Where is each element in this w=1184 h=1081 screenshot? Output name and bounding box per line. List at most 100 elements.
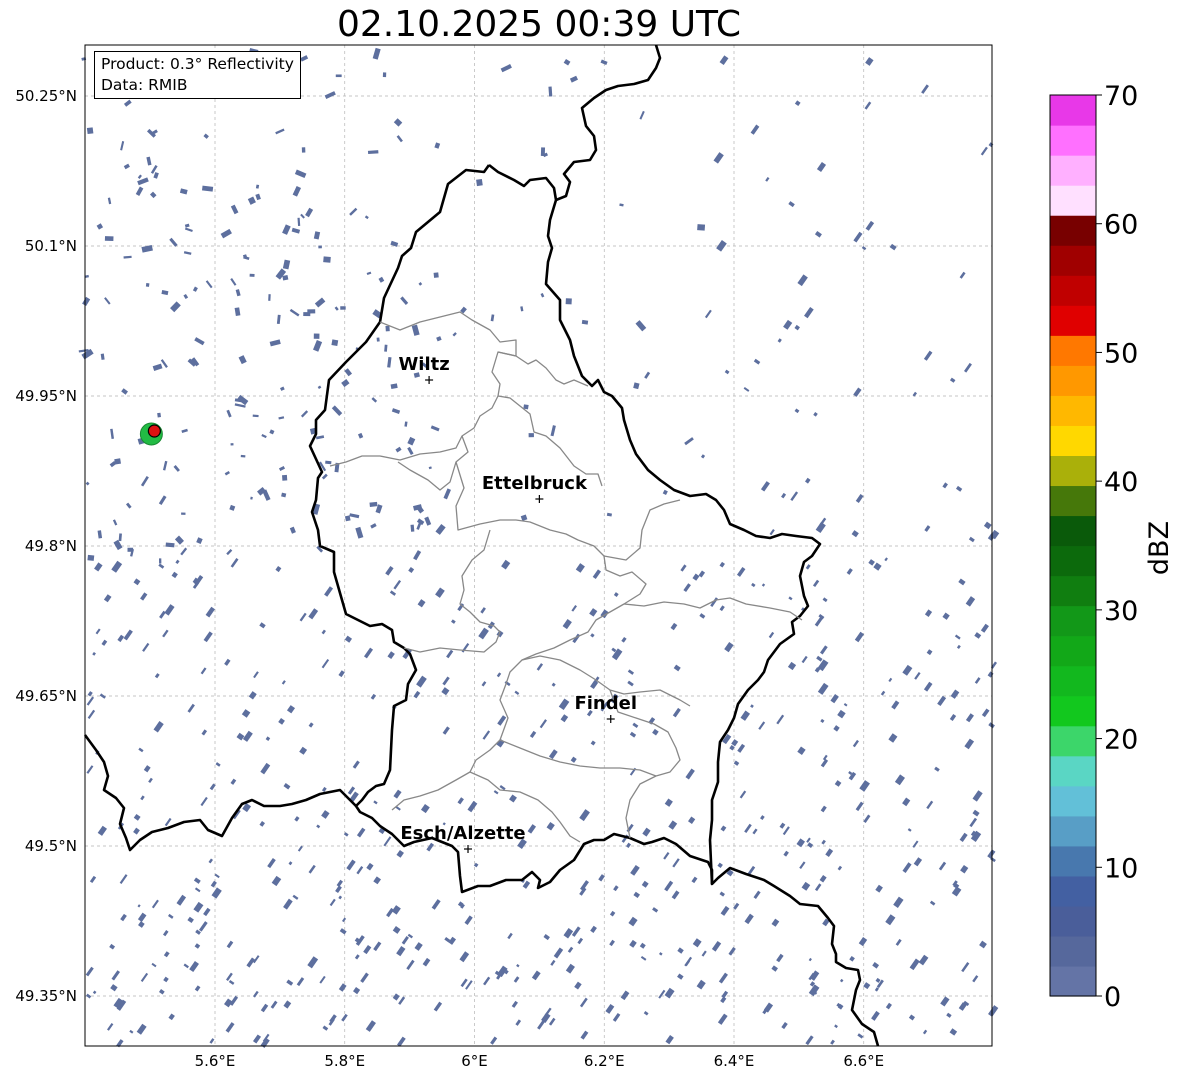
echo-pixel (165, 542, 175, 548)
colorbar-segment (1050, 605, 1096, 637)
colorbar-segment (1050, 485, 1096, 517)
colorbar-segment (1050, 215, 1096, 246)
lon-tick-label: 5.6°E (195, 1052, 236, 1070)
colorbar-tick-label: 60 (1104, 210, 1138, 241)
colorbar-segment (1050, 395, 1096, 426)
colorbar-segment (1050, 545, 1096, 577)
colorbar-segment (1050, 155, 1096, 186)
colorbar (1049, 94, 1097, 997)
colorbar-tick-label: 20 (1104, 725, 1138, 756)
colorbar-segment (1050, 935, 1096, 967)
echo-pixel (340, 306, 346, 310)
echo-pixel (476, 178, 483, 187)
echo-pixel (376, 337, 380, 342)
lat-tick-label: 50.25°N (15, 87, 77, 105)
echo-pixel (301, 147, 306, 153)
colorbar-tick-label: 30 (1104, 596, 1138, 627)
city-label: Ettelbruck (482, 473, 588, 494)
colorbar-segment (1050, 965, 1096, 997)
city-label: Wiltz (398, 354, 449, 375)
echo-pixel (410, 524, 415, 532)
echo-pixel (114, 458, 121, 465)
colorbar-ticks: 0 10 20 30 40 50 60 70 (1096, 81, 1138, 1013)
lon-tick-label: 5.8°E (324, 1052, 365, 1070)
echo-pixel (323, 256, 331, 263)
echo-pixel (145, 283, 150, 287)
colorbar-segment (1050, 305, 1096, 336)
echo-pixel (86, 127, 94, 135)
radar-map: 5.6°E 5.8°E 6°E 6.2°E 6.4°E 6.6°E 50.25°N 50.1°… (15, 44, 1175, 1070)
lon-tick-label: 6.4°E (714, 1052, 755, 1070)
lon-tick-label: 6.2°E (584, 1052, 625, 1070)
echo-pixel (240, 454, 246, 458)
echo-pixel (268, 294, 271, 301)
lon-tick-label: 6°E (461, 1052, 488, 1070)
lat-tick-label: 49.65°N (15, 687, 77, 705)
echo-pixel (181, 512, 186, 515)
colorbar-segment (1050, 275, 1096, 306)
echo-pixel (325, 460, 332, 465)
colorbar-segment (1050, 245, 1096, 276)
colorbar-segment (1050, 425, 1096, 456)
colorbar-tick-label: 0 (1104, 982, 1121, 1013)
colorbar-segment (1050, 575, 1096, 607)
lat-tick-label: 50.1°N (25, 237, 77, 255)
data-source-text: Data: RMIB (101, 76, 188, 94)
echo-pixel (331, 339, 339, 347)
colorbar-tick-label: 50 (1104, 338, 1138, 369)
colorbar-segment (1050, 905, 1096, 937)
colorbar-label: dBZ (1144, 521, 1175, 575)
colorbar-segment (1050, 815, 1096, 847)
echo-pixel (157, 412, 161, 418)
echo-pixel (548, 86, 553, 97)
lat-tick-label: 49.35°N (15, 987, 77, 1005)
colorbar-tick-label: 70 (1104, 81, 1138, 112)
echo-pixel (282, 474, 288, 481)
colorbar-segment (1050, 515, 1096, 547)
echo-pixel (385, 325, 390, 332)
lat-tick-label: 49.95°N (15, 387, 77, 405)
colorbar-segment (1050, 635, 1096, 667)
echo-pixel (87, 554, 95, 561)
colorbar-segment (1050, 185, 1096, 216)
lat-tick-label: 49.8°N (25, 537, 77, 555)
echo-pixel (249, 273, 255, 277)
colorbar-tick-label: 40 (1104, 467, 1138, 498)
echo-pixel (369, 501, 378, 507)
city-label: Esch/Alzette (400, 823, 525, 844)
echo-pixel (104, 236, 114, 242)
colorbar-segment (1050, 875, 1096, 907)
echo-pixel (252, 414, 259, 418)
echo-pixel (313, 333, 320, 339)
radar-site-marker (139, 422, 163, 446)
echo-pixel (697, 224, 706, 231)
colorbar-segment (1050, 755, 1096, 787)
echo-pixel (433, 272, 439, 278)
colorbar-segment (1050, 695, 1096, 727)
echo-pixel (230, 443, 234, 446)
colorbar-segment (1050, 335, 1096, 366)
colorbar-segment (1050, 785, 1096, 817)
product-text: Product: 0.3° Reflectivity (101, 55, 294, 73)
echo-pixel (303, 312, 311, 317)
colorbar-tick-label: 10 (1104, 853, 1138, 884)
lat-tick-label: 49.5°N (25, 837, 77, 855)
echo-pixel (335, 74, 342, 78)
colorbar-segment (1050, 455, 1096, 487)
colorbar-segment (1050, 665, 1096, 697)
echo-pixel (581, 319, 589, 325)
echo-pixel (127, 547, 134, 552)
colorbar-segment (1050, 845, 1096, 877)
echo-pixel (565, 298, 572, 305)
city-label: Findel (574, 693, 637, 714)
product-info-box: Product: 0.3° Reflectivity Data: RMIB (94, 51, 301, 99)
echo-pixel (528, 433, 534, 438)
echo-pixel (382, 72, 387, 78)
lon-tick-label: 6.6°E (843, 1052, 884, 1070)
colorbar-segment (1050, 125, 1096, 156)
colorbar-segment (1050, 95, 1096, 126)
colorbar-segment (1050, 725, 1096, 757)
colorbar-segment (1050, 365, 1096, 396)
echo-pixel (158, 558, 162, 564)
echo-pixel (318, 245, 322, 249)
